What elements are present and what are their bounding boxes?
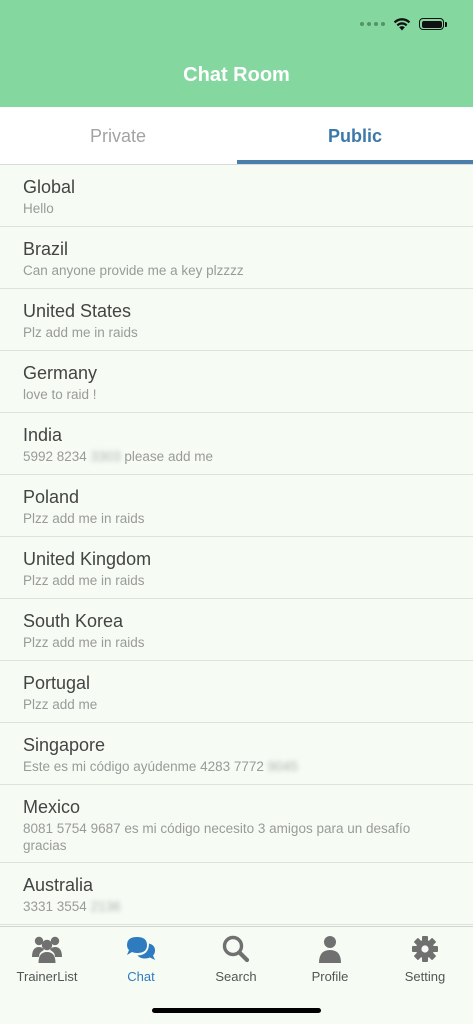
list-item[interactable]: Singapore Este es mi código ayúdenme 428… (0, 723, 473, 785)
user-icon (319, 936, 341, 963)
battery-nub (445, 21, 447, 27)
room-last-message: Plz add me in raids (23, 325, 138, 340)
room-last-message: Plzz add me in raids (23, 511, 145, 526)
list-item[interactable]: Global Hello (0, 165, 473, 227)
chat-icon (127, 937, 155, 960)
status-icons (360, 17, 447, 31)
room-last-message: love to raid ! (23, 387, 97, 402)
tabbar-label: Search (215, 969, 257, 984)
room-name: Poland (23, 487, 80, 507)
room-last-message: 8081 5754 9687 es mi código necesito 3 a… (23, 821, 411, 853)
message-text: 5992 8234 (23, 449, 87, 464)
room-name: Portugal (23, 673, 91, 693)
gear-icon (412, 936, 438, 962)
battery-icon (419, 18, 444, 30)
room-name: Brazil (23, 239, 69, 259)
list-item[interactable]: India 5992 8234 3303 please add me (0, 413, 473, 475)
header: Chat Room (0, 0, 473, 107)
segment-tabs: Private Public (0, 107, 473, 165)
room-last-message: Hello (23, 201, 54, 216)
chat-room-list: Global Hello Brazil Can anyone provide m… (0, 165, 473, 926)
message-text: 3331 3554 (23, 899, 87, 914)
tabbar-item-chat[interactable]: Chat (94, 935, 188, 984)
message-text: Este es mi código ayúdenme 4283 7772 (23, 759, 264, 774)
blurred-text: 9045 (267, 759, 298, 774)
tabbar-label: Setting (404, 969, 446, 984)
room-name: Global (23, 177, 76, 197)
room-name: United States (23, 301, 132, 321)
list-item[interactable]: Brazil Can anyone provide me a key plzzz… (0, 227, 473, 289)
home-indicator (152, 1008, 321, 1013)
tabbar-item-trainerlist[interactable]: TrainerList (0, 935, 94, 984)
blurred-text: 3303 (90, 449, 121, 464)
room-last-message: Plzz add me in raids (23, 573, 145, 588)
tab-public[interactable]: Public (237, 107, 473, 165)
search-icon (222, 935, 250, 963)
room-name: United Kingdom (23, 549, 152, 569)
active-tab-indicator (237, 160, 473, 164)
list-item[interactable]: Portugal Plzz add me (0, 661, 473, 723)
list-item[interactable]: South Korea Plzz add me in raids (0, 599, 473, 661)
page-title: Chat Room (183, 64, 290, 86)
room-name: South Korea (23, 611, 124, 631)
blurred-text: 2136 (90, 899, 121, 914)
list-item[interactable]: Mexico 8081 5754 9687 es mi código neces… (0, 785, 473, 863)
list-item[interactable]: Poland Plzz add me in raids (0, 475, 473, 537)
room-name: Germany (23, 363, 98, 383)
tabbar-item-search[interactable]: Search (189, 935, 283, 984)
tab-private[interactable]: Private (0, 107, 236, 165)
room-name: Australia (23, 875, 94, 895)
room-last-message: Este es mi código ayúdenme 4283 7772 904… (23, 758, 450, 775)
tabbar-item-profile[interactable]: Profile (283, 935, 377, 984)
room-name: Singapore (23, 735, 106, 755)
room-last-message: 5992 8234 3303 please add me (23, 448, 450, 465)
room-last-message: Can anyone provide me a key plzzzz (23, 263, 244, 278)
room-name: India (23, 425, 63, 445)
list-item[interactable]: United States Plz add me in raids (0, 289, 473, 351)
wifi-icon (393, 18, 411, 31)
list-item[interactable]: Australia 3331 3554 2136 (0, 863, 473, 925)
tabbar-label: TrainerList (16, 969, 78, 984)
tabbar-label: Chat (127, 969, 155, 984)
users-icon (32, 936, 62, 963)
message-text-after: please add me (124, 449, 213, 464)
list-item[interactable]: United Kingdom Plzz add me in raids (0, 537, 473, 599)
tabbar-item-setting[interactable]: Setting (378, 935, 472, 984)
room-last-message: Plzz add me (23, 697, 98, 712)
tabbar-label: Profile (311, 969, 349, 984)
room-last-message: Plzz add me in raids (23, 635, 145, 650)
list-item[interactable]: Germany love to raid ! (0, 351, 473, 413)
cellular-icon (360, 22, 385, 26)
room-name: Mexico (23, 797, 81, 817)
room-last-message: 3331 3554 2136 (23, 898, 450, 915)
